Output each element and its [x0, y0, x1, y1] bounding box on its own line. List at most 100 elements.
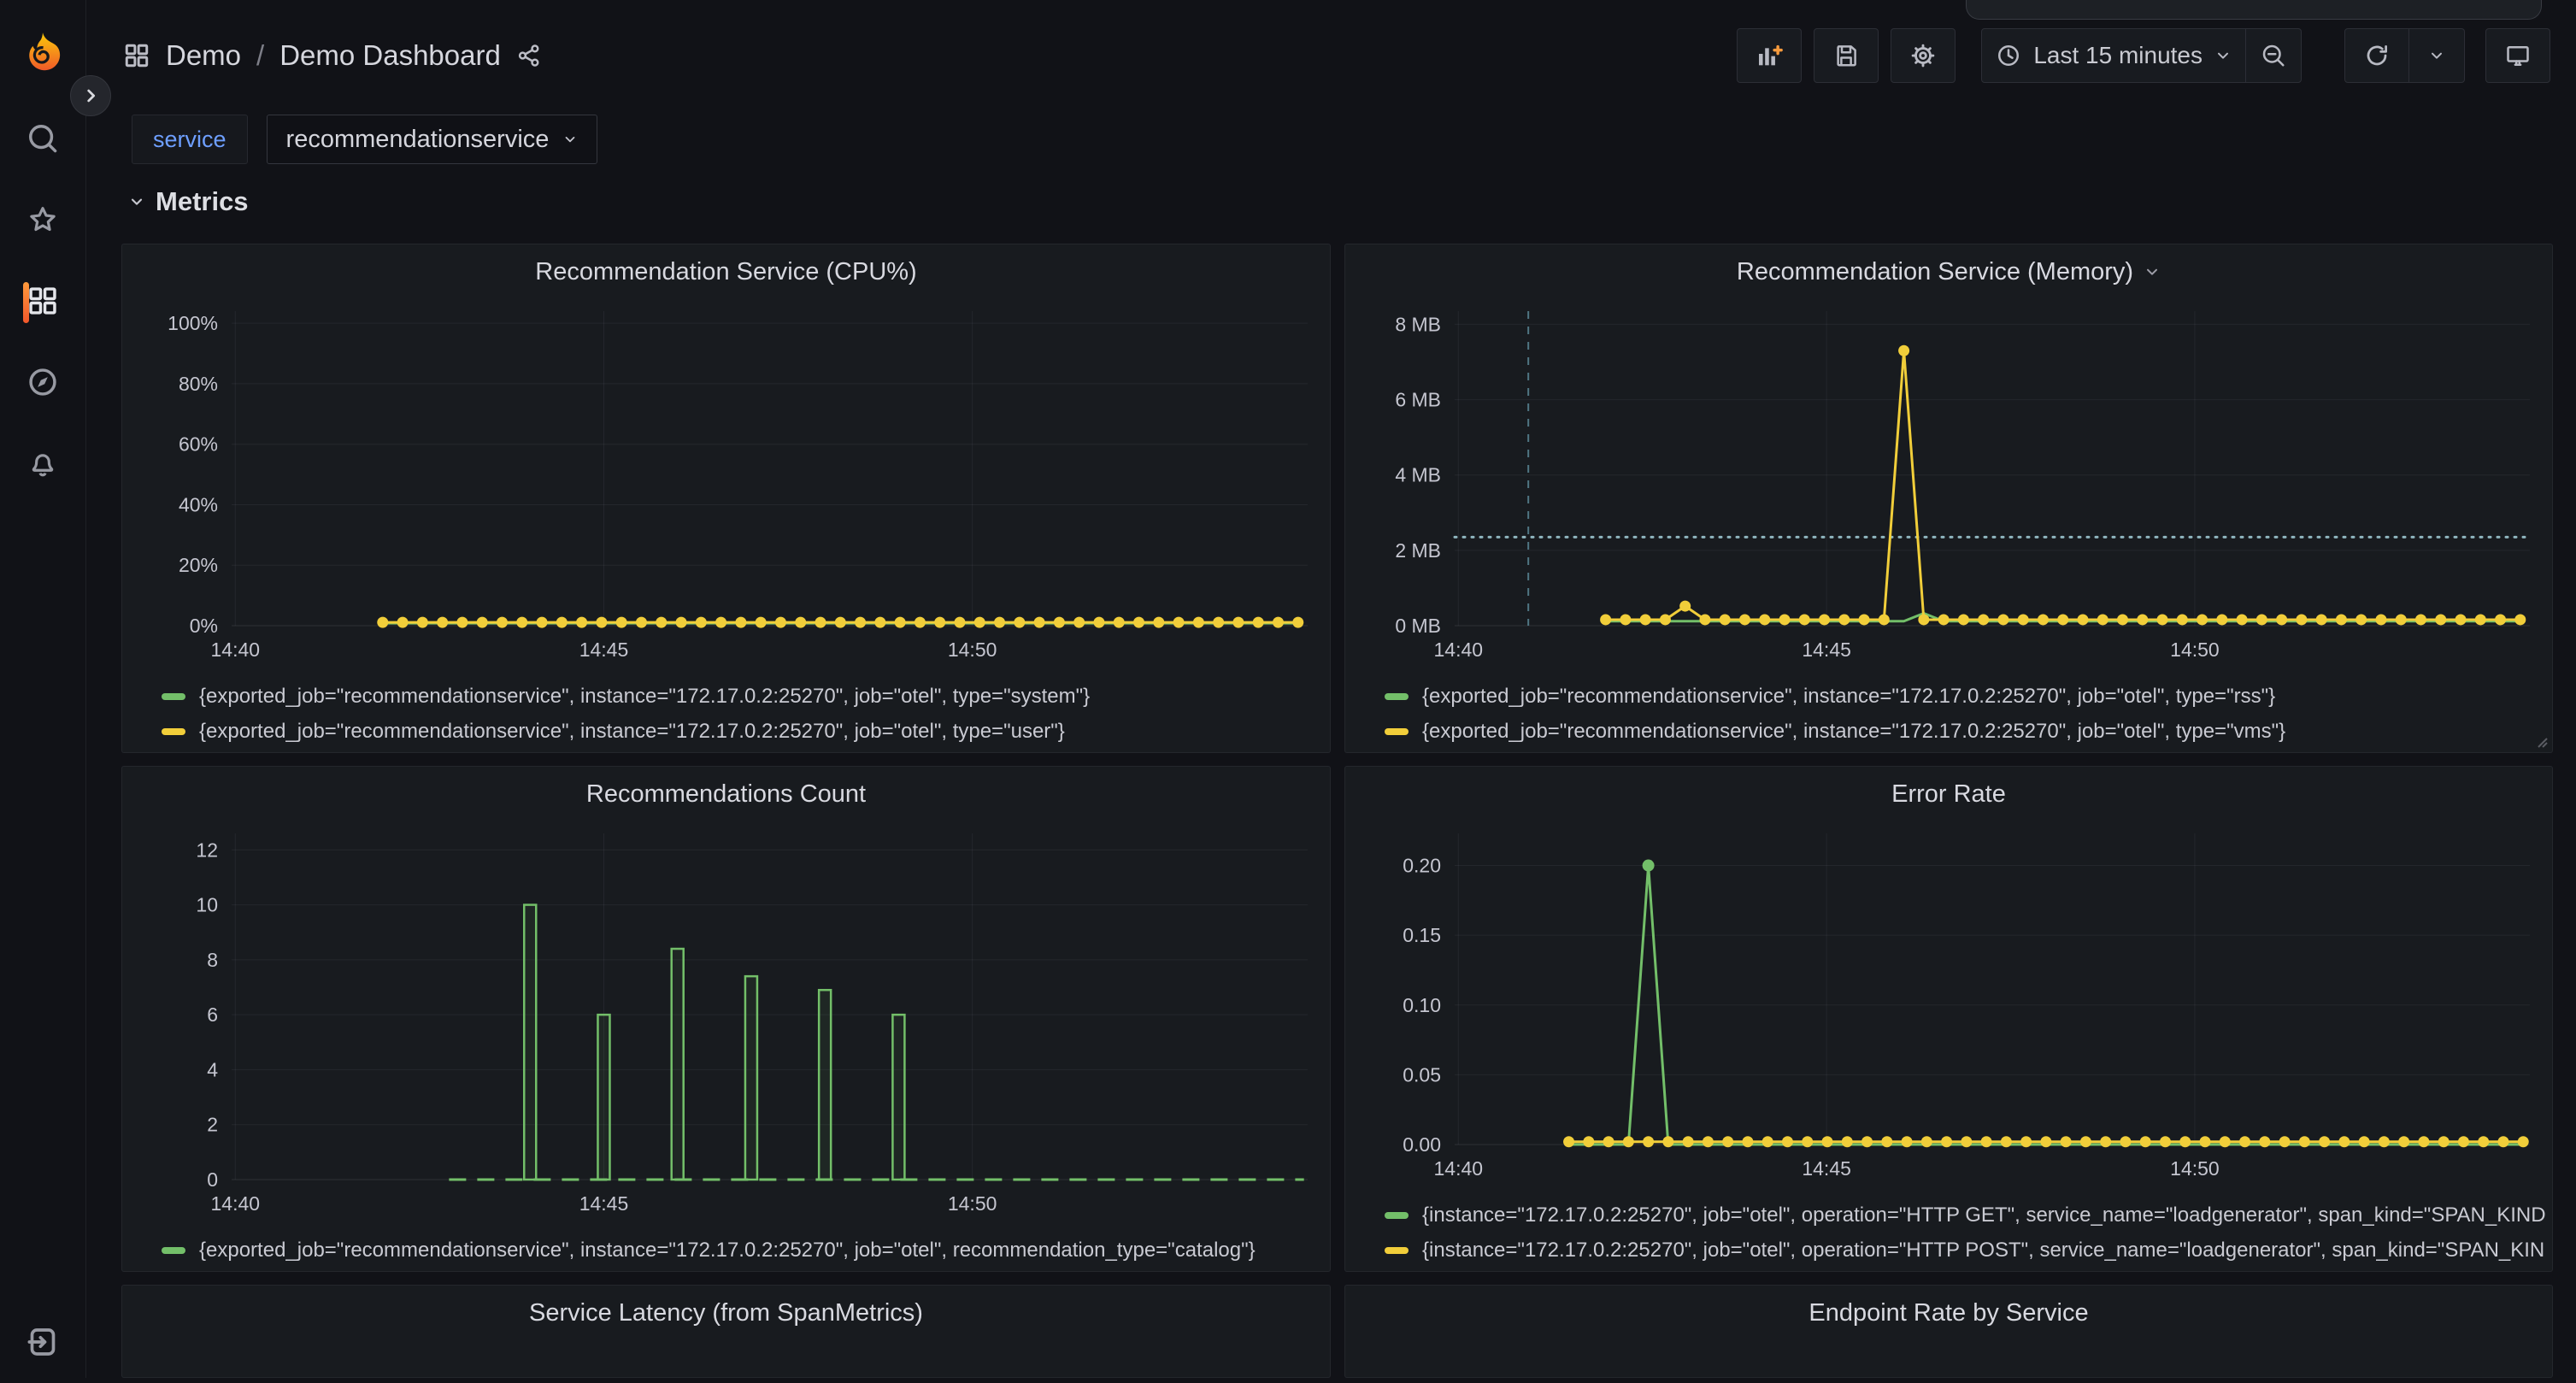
- breadcrumb-dashboard[interactable]: Demo Dashboard: [279, 39, 501, 72]
- legend-item[interactable]: {exported_job="recommendationservice", i…: [162, 679, 1330, 714]
- share-icon[interactable]: [516, 43, 542, 68]
- breadcrumb: Demo / Demo Dashboard: [123, 0, 542, 111]
- series-color-swatch: [1385, 1212, 1409, 1219]
- svg-text:8: 8: [207, 949, 218, 971]
- zoom-out-icon: [2261, 43, 2286, 68]
- series-label: {exported_job="recommendationservice", i…: [199, 1239, 1256, 1262]
- legend-item[interactable]: {instance="172.17.0.2:25270", job="otel"…: [1385, 1233, 2552, 1268]
- time-range-label: Last 15 minutes: [2033, 42, 2203, 69]
- chevron-down-icon: [562, 132, 578, 147]
- refresh-button[interactable]: [2344, 28, 2409, 83]
- chevron-down-icon: [2428, 47, 2445, 64]
- sidebar-item-sign-in[interactable]: [0, 1301, 85, 1383]
- series-label: {exported_job="recommendationservice", i…: [1422, 720, 2285, 744]
- zoom-out-time-button[interactable]: [2245, 28, 2302, 83]
- panel-title: Recommendations Count: [586, 780, 866, 809]
- panel-title: Service Latency (from SpanMetrics): [529, 1299, 923, 1327]
- legend-item[interactable]: {instance="172.17.0.2:25270", job="otel"…: [1385, 1198, 2552, 1233]
- dashboard-variables: service recommendationservice: [132, 115, 597, 164]
- legend: {exported_job="recommendationservice", i…: [162, 679, 1330, 749]
- bell-icon: [26, 447, 59, 480]
- legend-item[interactable]: {exported_job="recommendationservice", i…: [1385, 679, 2552, 714]
- dashboard-settings-button[interactable]: [1891, 28, 1956, 83]
- panel-header[interactable]: Error Rate: [1345, 767, 2552, 821]
- series-color-swatch: [1385, 693, 1409, 700]
- sidebar-item-alerting[interactable]: [0, 422, 85, 504]
- svg-text:14:40: 14:40: [211, 1192, 261, 1215]
- star-icon: [26, 203, 59, 236]
- legend: {exported_job="recommendationservice", i…: [162, 1233, 1330, 1268]
- legend-item[interactable]: {exported_job="recommendationservice", i…: [1385, 714, 2552, 749]
- memory-chart: 14:4014:4514:500 MB2 MB4 MB6 MB8 MB: [1359, 299, 2538, 667]
- svg-text:4 MB: 4 MB: [1395, 464, 1441, 486]
- svg-text:0: 0: [207, 1168, 218, 1191]
- series-label: {instance="172.17.0.2:25270", job="otel"…: [1422, 1239, 2544, 1262]
- breadcrumb-folder[interactable]: Demo: [166, 39, 241, 72]
- svg-text:12: 12: [196, 839, 218, 861]
- legend: {exported_job="recommendationservice", i…: [1385, 679, 2552, 749]
- save-dashboard-button[interactable]: [1814, 28, 1879, 83]
- series-color-swatch: [162, 728, 185, 735]
- sidebar-item-dashboards[interactable]: [0, 260, 85, 342]
- sidebar-item-search[interactable]: [0, 97, 85, 179]
- svg-text:14:50: 14:50: [948, 1192, 997, 1215]
- compass-icon: [26, 366, 59, 398]
- add-panel-icon: [1756, 42, 1783, 69]
- sidebar-item-starred[interactable]: [0, 179, 85, 261]
- svg-text:14:45: 14:45: [579, 1192, 629, 1215]
- cpu-chart: 14:4014:4514:500%20%40%60%80%100%: [136, 299, 1316, 667]
- apps-icon: [26, 285, 59, 317]
- panel-header[interactable]: Endpoint Rate by Service: [1345, 1286, 2552, 1340]
- settings-gear-icon: [1910, 43, 1936, 68]
- svg-text:2 MB: 2 MB: [1395, 539, 1441, 562]
- panel-header[interactable]: Service Latency (from SpanMetrics): [122, 1286, 1330, 1340]
- svg-text:20%: 20%: [179, 554, 218, 576]
- svg-text:10: 10: [196, 894, 218, 916]
- recommendations-count-chart: 14:4014:4514:50024681012: [136, 821, 1316, 1221]
- panel-menu-chevron-icon[interactable]: [2144, 263, 2161, 280]
- panel-header[interactable]: Recommendation Service (CPU%): [122, 244, 1330, 299]
- svg-text:14:40: 14:40: [1434, 1157, 1484, 1180]
- svg-text:0.10: 0.10: [1403, 994, 1441, 1016]
- svg-text:0.20: 0.20: [1403, 855, 1441, 877]
- svg-text:6 MB: 6 MB: [1395, 389, 1441, 411]
- dashboard-toolbar: Last 15 minutes: [1725, 28, 2550, 83]
- panel-endpoint-rate: Endpoint Rate by Service: [1344, 1285, 2553, 1378]
- svg-text:14:40: 14:40: [1434, 639, 1484, 661]
- svg-text:14:45: 14:45: [579, 639, 629, 661]
- expand-sidebar-button[interactable]: [70, 75, 111, 116]
- refresh-interval-dropdown[interactable]: [2408, 28, 2465, 83]
- time-range-picker[interactable]: Last 15 minutes: [1981, 28, 2246, 83]
- svg-text:0 MB: 0 MB: [1395, 615, 1441, 637]
- series-label: {exported_job="recommendationservice", i…: [199, 685, 1090, 709]
- kiosk-mode-button[interactable]: [2485, 28, 2550, 83]
- save-icon: [1833, 43, 1859, 68]
- panel-error-rate: Error Rate 14:4014:4514:500.000.050.100.…: [1344, 766, 2553, 1272]
- panel-service-latency: Service Latency (from SpanMetrics): [121, 1285, 1331, 1378]
- svg-text:4: 4: [207, 1058, 218, 1080]
- kiosk-monitor-icon: [2505, 43, 2531, 68]
- legend-item[interactable]: {exported_job="recommendationservice", i…: [162, 1233, 1330, 1268]
- legend-item[interactable]: {exported_job="recommendationservice", i…: [162, 714, 1330, 749]
- panel-resize-handle[interactable]: [2533, 733, 2549, 749]
- svg-text:0%: 0%: [190, 615, 218, 637]
- svg-text:0.00: 0.00: [1403, 1133, 1441, 1156]
- panel-title: Recommendation Service (CPU%): [535, 258, 916, 286]
- chevron-down-icon: [128, 193, 145, 210]
- series-color-swatch: [1385, 1247, 1409, 1254]
- panel-header[interactable]: Recommendations Count: [122, 767, 1330, 821]
- svg-text:14:45: 14:45: [1802, 639, 1851, 661]
- panel-recommendations-count: Recommendations Count 14:4014:4514:50024…: [121, 766, 1331, 1272]
- svg-text:14:50: 14:50: [2170, 639, 2220, 661]
- svg-text:0.15: 0.15: [1403, 924, 1441, 946]
- row-header-metrics[interactable]: Metrics: [128, 186, 249, 217]
- svg-text:60%: 60%: [179, 433, 218, 456]
- add-panel-button[interactable]: [1737, 28, 1802, 83]
- sidebar-item-explore[interactable]: [0, 341, 85, 423]
- chevron-down-icon: [2214, 47, 2232, 64]
- panel-header[interactable]: Recommendation Service (Memory): [1345, 244, 2552, 299]
- svg-text:14:50: 14:50: [948, 639, 997, 661]
- svg-text:80%: 80%: [179, 373, 218, 395]
- variable-value-dropdown[interactable]: recommendationservice: [267, 115, 598, 164]
- grafana-logo[interactable]: [21, 31, 65, 75]
